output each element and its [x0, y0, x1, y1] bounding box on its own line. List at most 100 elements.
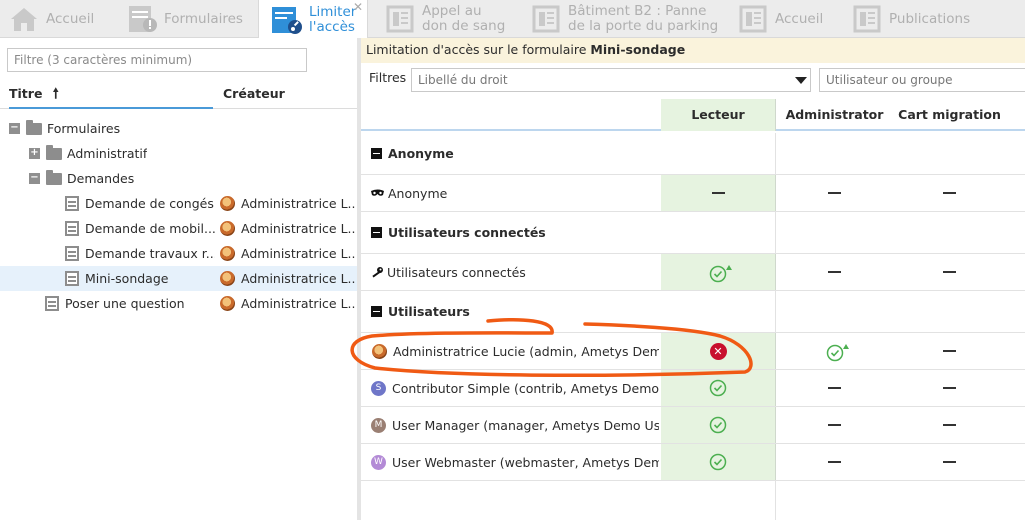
tab-publications[interactable]: Publications: [851, 0, 970, 38]
grid-header: Lecteur Administrator Cart migration: [361, 99, 1025, 131]
undetermined-icon: [828, 387, 841, 389]
allowed-inherited-icon: [709, 263, 732, 283]
banner-prefix: Limitation d'accès sur le formulaire: [366, 42, 591, 57]
creator-name: Administratrice L...: [241, 271, 355, 286]
tab-limiter-acces[interactable]: Limiter l'accès ✕: [258, 0, 368, 39]
tab-label: Publications: [889, 10, 971, 27]
access-row-anonyme[interactable]: Anonyme: [361, 175, 1025, 212]
tree-filter-input[interactable]: [7, 48, 307, 72]
tree-node-label: Mini-sondage: [85, 271, 169, 286]
access-row-user-manager[interactable]: M User Manager (manager, Ametys Demo Use…: [361, 407, 1025, 444]
creator-name: Administratrice L...: [241, 196, 355, 211]
column-header-administrator[interactable]: Administrator: [777, 99, 892, 131]
undetermined-icon: [828, 192, 841, 194]
lecteur-cell[interactable]: [661, 370, 776, 406]
tab-label: Appel au don de sang: [422, 3, 506, 34]
lecteur-cell[interactable]: [661, 175, 776, 211]
denied-icon: ✕: [709, 342, 727, 360]
tree-node-label: Poser une question: [65, 296, 185, 311]
administrator-cell[interactable]: [777, 254, 892, 290]
creator-cell: Administratrice L...: [220, 266, 355, 291]
tab-label: Accueil: [775, 10, 824, 27]
undetermined-icon: [828, 271, 841, 273]
lecteur-cell[interactable]: ✕: [661, 333, 776, 369]
creator-name: Administratrice L...: [241, 296, 355, 311]
tree-node-demandes[interactable]: − Demandes: [0, 166, 357, 191]
form-icon: [65, 196, 79, 211]
creator-name: Administratrice L...: [241, 221, 355, 236]
form-icon: [65, 271, 79, 286]
tree-node-demande-conges[interactable]: Demande de congés Administratrice L...: [0, 191, 357, 216]
access-row-contributor-simple[interactable]: S Contributor Simple (contrib, Ametys De…: [361, 370, 1025, 407]
collapse-icon[interactable]: [371, 227, 382, 238]
administrator-cell[interactable]: [777, 370, 892, 406]
lecteur-cell[interactable]: [661, 254, 776, 290]
avatar: [220, 246, 235, 261]
tab-accueil-page[interactable]: Accueil: [737, 0, 823, 38]
tab-label: Formulaires: [164, 10, 243, 27]
page-icon: [530, 4, 562, 34]
mask-icon: [371, 189, 384, 198]
key-icon: [371, 266, 384, 278]
lecteur-cell[interactable]: [661, 407, 776, 443]
cart-migration-cell[interactable]: [892, 407, 1007, 443]
group-label: Utilisateurs: [388, 304, 470, 319]
administrator-cell[interactable]: [777, 175, 892, 211]
tree-node-demande-travaux[interactable]: Demande travaux r... Administratrice L..…: [0, 241, 357, 266]
administrator-cell[interactable]: [777, 407, 892, 443]
collapse-icon[interactable]: −: [9, 123, 20, 134]
dropdown-arrow-icon[interactable]: [795, 77, 807, 84]
expand-icon[interactable]: +: [29, 148, 40, 159]
lecteur-cell[interactable]: [661, 444, 776, 480]
tab-accueil[interactable]: Accueil: [8, 0, 94, 38]
administrator-cell[interactable]: [777, 444, 892, 480]
tab-batiment-b2[interactable]: Bâtiment B2 : Panne de la porte du parki…: [530, 0, 718, 38]
cart-migration-cell[interactable]: [892, 370, 1007, 406]
right-label-select[interactable]: Libellé du droit: [411, 68, 811, 92]
undetermined-icon: [943, 461, 956, 463]
cart-migration-cell[interactable]: [892, 175, 1007, 211]
group-row-utilisateurs[interactable]: Utilisateurs: [361, 291, 1025, 333]
avatar: [220, 221, 235, 236]
tree-node-administratif[interactable]: + Administratif: [0, 141, 357, 166]
undetermined-icon: [943, 192, 956, 194]
access-row-user-webmaster[interactable]: W User Webmaster (webmaster, Ametys Demo…: [361, 444, 1025, 481]
group-row-utilisateurs-connectes[interactable]: Utilisateurs connectés: [361, 212, 1025, 254]
lecteur-column-filler: [661, 481, 776, 520]
creator-cell: Administratrice L...: [220, 291, 355, 316]
collapse-icon[interactable]: −: [29, 173, 40, 184]
undetermined-icon: [943, 424, 956, 426]
group-row-anonyme[interactable]: Anonyme: [361, 133, 1025, 175]
allowed-icon: [709, 416, 727, 434]
form-icon: [65, 246, 79, 261]
collapse-icon[interactable]: [371, 306, 382, 317]
allowed-inherited-icon: [826, 342, 849, 362]
close-icon[interactable]: ✕: [353, 0, 363, 14]
column-header-lecteur[interactable]: Lecteur: [661, 99, 776, 131]
column-header-titre[interactable]: Titre 🠕: [9, 78, 213, 109]
access-row-administratrice-lucie[interactable]: Administratrice Lucie (admin, Ametys Dem…: [361, 333, 1025, 370]
access-row-utilisateurs-connectes[interactable]: Utilisateurs connectés: [361, 254, 1025, 291]
tree-node-label: Demande de congés: [85, 196, 214, 211]
undetermined-icon: [943, 350, 956, 352]
tree-node-label: Administratif: [67, 146, 148, 161]
column-header-createur[interactable]: Créateur: [223, 78, 285, 109]
avatar: [220, 296, 235, 311]
form-icon: [45, 296, 59, 311]
user-group-filter-input[interactable]: Utilisateur ou groupe: [819, 68, 1025, 92]
tab-appel-don-sang[interactable]: Appel au don de sang: [384, 0, 505, 38]
page-icon: [384, 4, 416, 34]
column-header-cart-migration[interactable]: Cart migration: [892, 99, 1007, 131]
undetermined-icon: [943, 271, 956, 273]
collapse-icon[interactable]: [371, 148, 382, 159]
tree-node-poser-question[interactable]: Poser une question Administratrice L...: [0, 291, 357, 316]
cart-migration-cell[interactable]: [892, 444, 1007, 480]
cart-migration-cell[interactable]: [892, 254, 1007, 290]
tab-formulaires[interactable]: Formulaires: [126, 0, 243, 38]
administrator-cell[interactable]: [777, 333, 892, 369]
tree-node-demande-mobilite[interactable]: Demande de mobil... Administratrice L...: [0, 216, 357, 241]
tree-node-mini-sondage[interactable]: Mini-sondage Administratrice L...: [0, 266, 357, 291]
cart-migration-cell[interactable]: [892, 333, 1007, 369]
tree-node-formulaires[interactable]: − Formulaires: [0, 116, 357, 141]
tree-node-label: Demande travaux r...: [85, 246, 215, 261]
